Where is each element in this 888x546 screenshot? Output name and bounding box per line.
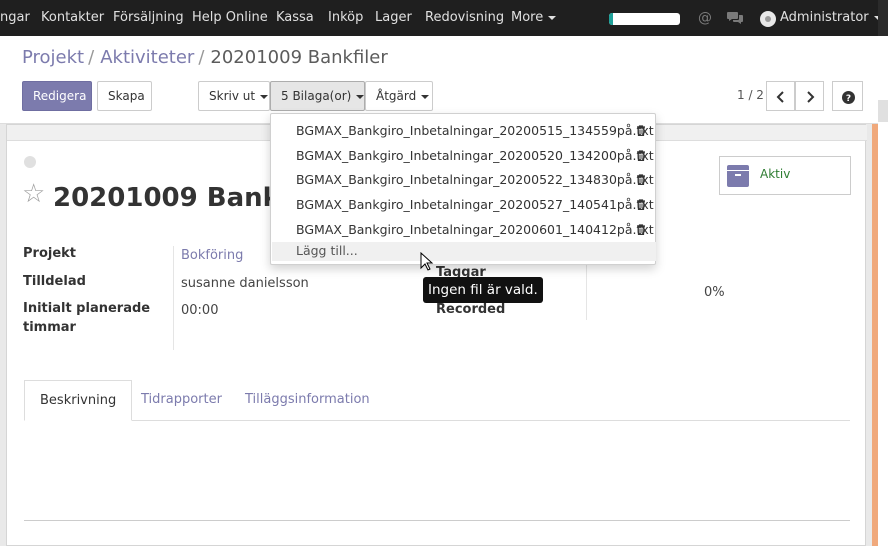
attachments-dropdown-button[interactable]: 5 Bilaga(or) — [270, 81, 365, 111]
menu-item-more[interactable]: More — [511, 0, 557, 36]
mouse-cursor-icon — [420, 252, 434, 271]
action-dropdown-button[interactable]: Åtgärd — [365, 81, 433, 111]
breadcrumb-tasks[interactable]: Aktiviteter — [100, 47, 194, 68]
status-indicator-icon[interactable] — [24, 156, 36, 168]
menu-item-purchase[interactable]: Inköp — [328, 0, 363, 36]
add-attachment-label: Lägg till... — [296, 243, 358, 258]
print-label: Skriv ut — [209, 89, 256, 103]
project-label: Projekt — [23, 246, 77, 261]
planned-hours-value[interactable]: 00:00 — [181, 303, 218, 318]
chevron-right-icon — [807, 91, 815, 103]
control-panel: Projekt / Aktiviteter/20201009 Bankfiler R… — [0, 36, 878, 124]
tab-extra-info[interactable]: Tilläggsinformation — [230, 380, 385, 421]
user-menu[interactable]: Administrator — [780, 0, 882, 36]
menu-item-inventory[interactable]: Lager — [375, 0, 412, 36]
user-avatar[interactable] — [760, 11, 776, 27]
trash-icon[interactable] — [636, 150, 646, 161]
user-name: Administrator — [780, 10, 869, 25]
recorded-label: Recorded — [436, 302, 506, 317]
priority-star-icon[interactable]: ☆ — [22, 180, 45, 208]
active-status-label: Aktiv — [760, 167, 791, 181]
description-editor-border — [24, 520, 850, 521]
attachments-dropdown-menu: BGMAX_Bankgiro_Inbetalningar_20200515_13… — [270, 113, 656, 265]
pager-value[interactable]: 1 / 2 — [737, 88, 764, 102]
breadcrumb-separator: / — [198, 47, 205, 68]
menu-item-sales[interactable]: Försäljning — [113, 0, 184, 36]
action-label: Åtgärd — [376, 89, 417, 103]
menu-item-contacts[interactable]: Kontakter — [41, 0, 104, 36]
adjacent-navbar — [878, 0, 888, 36]
tab-description[interactable]: Beskrivning — [24, 380, 133, 421]
attachment-item[interactable]: BGMAX_Bankgiro_Inbetalningar_20200522_13… — [296, 172, 654, 187]
tab-timesheets[interactable]: Tidrapporter — [126, 380, 237, 421]
menu-item-accounting[interactable]: Redovisning — [425, 0, 504, 36]
question-circle-icon: ? — [842, 91, 855, 104]
breadcrumb-projects[interactable]: Projekt — [22, 47, 84, 68]
adjacent-panel — [878, 100, 888, 122]
archive-icon — [727, 165, 749, 187]
menu-item-help-online[interactable]: Help Online — [192, 0, 268, 36]
file-input-tooltip: Ingen fil är vald. — [423, 277, 543, 303]
planned-hours-label-line2: timmar — [23, 320, 76, 335]
attachment-item[interactable]: BGMAX_Bankgiro_Inbetalningar_20200601_14… — [296, 222, 654, 237]
progress-fill — [609, 13, 614, 25]
caret-down-icon — [356, 94, 365, 99]
top-navbar: ngar Kontakter Försäljning Help Online K… — [0, 0, 882, 36]
create-button[interactable]: Skapa — [97, 81, 152, 111]
more-label: More — [511, 10, 544, 25]
adjacent-window-edge — [878, 0, 888, 546]
pager-next-button[interactable] — [795, 81, 824, 111]
trash-icon[interactable] — [636, 125, 646, 136]
add-attachment-item[interactable]: Lägg till... — [272, 242, 656, 261]
menu-item-pos[interactable]: Kassa — [276, 0, 314, 36]
field-divider — [586, 262, 587, 320]
planned-hours-label-line1: Initialt planerade — [23, 301, 151, 316]
trash-icon[interactable] — [636, 199, 646, 210]
breadcrumb-current: 20201009 Bankfiler — [210, 47, 388, 68]
caret-down-icon — [260, 94, 269, 99]
caret-down-icon — [548, 15, 557, 20]
menu-item-truncated[interactable]: ngar — [0, 0, 30, 36]
progress-value: 0% — [704, 285, 725, 300]
help-button[interactable]: ? — [832, 81, 863, 111]
chevron-left-icon — [776, 91, 784, 103]
trash-icon[interactable] — [636, 224, 646, 235]
attachment-item[interactable]: BGMAX_Bankgiro_Inbetalningar_20200527_14… — [296, 197, 654, 212]
assigned-value[interactable]: susanne danielsson — [181, 276, 309, 291]
active-toggle-button[interactable]: Aktiv — [719, 156, 851, 195]
mentions-icon[interactable]: @ — [698, 0, 712, 36]
print-dropdown-button[interactable]: Skriv ut — [198, 81, 270, 111]
attachment-item[interactable]: BGMAX_Bankgiro_Inbetalningar_20200520_13… — [296, 148, 654, 163]
edit-button[interactable]: Redigera — [22, 81, 92, 111]
onboarding-progress-bar[interactable] — [609, 13, 680, 25]
pager-previous-button[interactable] — [766, 81, 795, 111]
caret-down-icon — [421, 94, 430, 99]
field-divider — [173, 246, 174, 350]
project-link[interactable]: Bokföring — [181, 248, 243, 263]
trash-icon[interactable] — [636, 174, 646, 185]
color-indicator — [872, 124, 878, 546]
attachment-item[interactable]: BGMAX_Bankgiro_Inbetalningar_20200515_13… — [296, 123, 654, 138]
svg-text:?: ? — [846, 94, 851, 104]
breadcrumb: Projekt / Aktiviteter/20201009 Bankfiler — [22, 46, 388, 70]
breadcrumb-separator: / — [88, 47, 95, 68]
chat-icon[interactable] — [726, 0, 744, 36]
attachments-label: 5 Bilaga(or) — [281, 89, 352, 103]
assigned-label: Tilldelad — [23, 274, 86, 289]
